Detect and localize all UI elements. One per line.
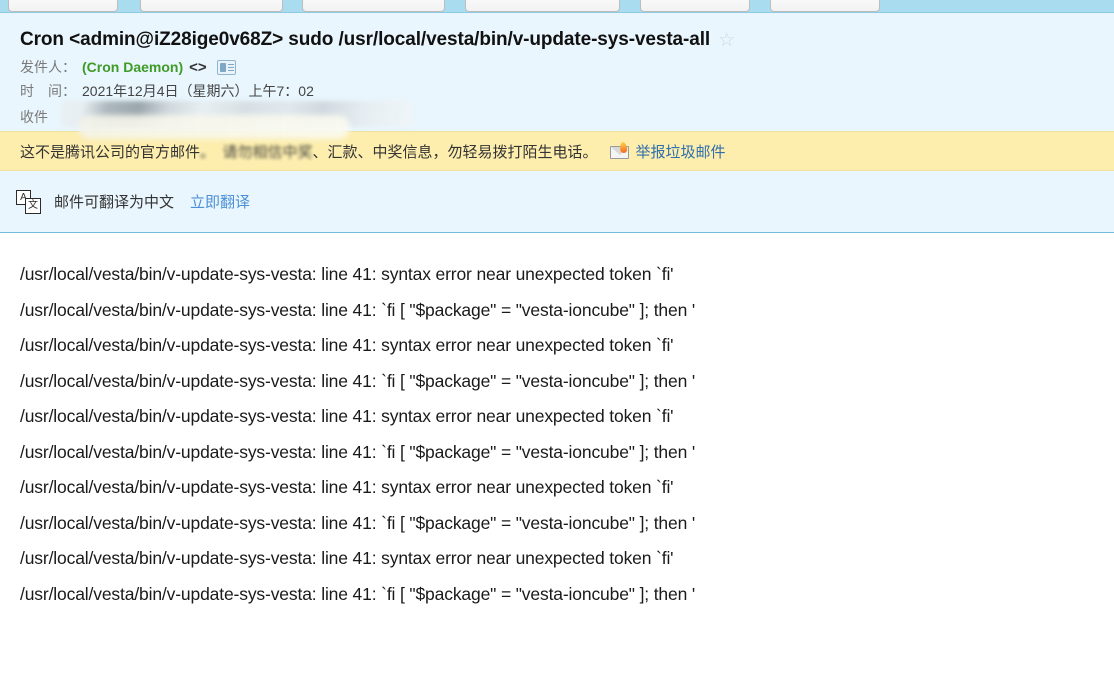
- body-line: /usr/local/vesta/bin/v-update-sys-vesta:…: [20, 406, 674, 426]
- toolbar-button-5[interactable]: [640, 0, 750, 12]
- body-line: /usr/local/vesta/bin/v-update-sys-vesta:…: [20, 583, 696, 604]
- sender-address: <>: [189, 58, 207, 76]
- flame-shape: [618, 141, 628, 154]
- sender-label: 发件人：: [20, 59, 76, 75]
- toolbar-button-6[interactable]: [770, 0, 880, 12]
- recipient-redaction-overlay-secondary: [78, 115, 350, 139]
- translate-prompt-text: 邮件可翻译为中文: [54, 194, 175, 211]
- spam-notice-text-blurred: 。 请勿相信中奖: [200, 143, 313, 161]
- mail-body: /usr/local/vesta/bin/v-update-sys-vesta:…: [0, 233, 1114, 612]
- body-line: /usr/local/vesta/bin/v-update-sys-vesta:…: [20, 441, 696, 462]
- recipient-row: 收件: [0, 101, 1114, 139]
- spam-notice-text-end: 、汇款、中奖信息，勿轻易拨打陌生电话。: [312, 143, 598, 161]
- spam-notice-text-start: 这不是腾讯公司的官方邮件: [20, 143, 201, 161]
- translate-icon-cjk: 文: [25, 197, 41, 214]
- mail-header: Cron <admin@iZ28ige0v68Z> sudo /usr/loca…: [0, 13, 1114, 139]
- toolbar-button-3[interactable]: [302, 0, 445, 12]
- toolbar-button-2[interactable]: [140, 0, 283, 12]
- translate-icon: A 文: [16, 189, 42, 214]
- body-line: /usr/local/vesta/bin/v-update-sys-vesta:…: [20, 477, 674, 497]
- star-icon[interactable]: ☆: [718, 31, 735, 50]
- body-line: /usr/local/vesta/bin/v-update-sys-vesta:…: [20, 264, 674, 284]
- mail-subject: Cron <admin@iZ28ige0v68Z> sudo /usr/loca…: [20, 29, 711, 50]
- top-toolbar: [0, 0, 1114, 13]
- spam-envelope-flame-icon: [609, 141, 630, 159]
- time-value: 2021年12月4日（星期六）上午7：02: [82, 83, 314, 99]
- contact-card-icon[interactable]: [216, 59, 236, 75]
- sender-row: 发件人： (Cron Daemon) <>: [0, 55, 1114, 79]
- translate-bar: A 文 邮件可翻译为中文 立即翻译: [0, 171, 1114, 233]
- sender-name[interactable]: (Cron Daemon): [82, 59, 183, 75]
- subject-row: Cron <admin@iZ28ige0v68Z> sudo /usr/loca…: [0, 13, 1114, 55]
- toolbar-button-4[interactable]: [465, 0, 620, 12]
- time-label: 时 间：: [20, 83, 76, 99]
- body-line: /usr/local/vesta/bin/v-update-sys-vesta:…: [20, 512, 696, 533]
- translate-now-link[interactable]: 立即翻译: [190, 191, 250, 212]
- toolbar-button-1[interactable]: [8, 0, 118, 12]
- body-line: /usr/local/vesta/bin/v-update-sys-vesta:…: [20, 335, 674, 355]
- report-spam-link[interactable]: 举报垃圾邮件: [636, 141, 726, 162]
- body-line: /usr/local/vesta/bin/v-update-sys-vesta:…: [20, 299, 696, 320]
- body-line: /usr/local/vesta/bin/v-update-sys-vesta:…: [20, 370, 696, 391]
- body-line: /usr/local/vesta/bin/v-update-sys-vesta:…: [20, 548, 674, 568]
- time-row: 时 间： 2021年12月4日（星期六）上午7：02: [0, 79, 1114, 103]
- recipient-label: 收件: [20, 109, 48, 125]
